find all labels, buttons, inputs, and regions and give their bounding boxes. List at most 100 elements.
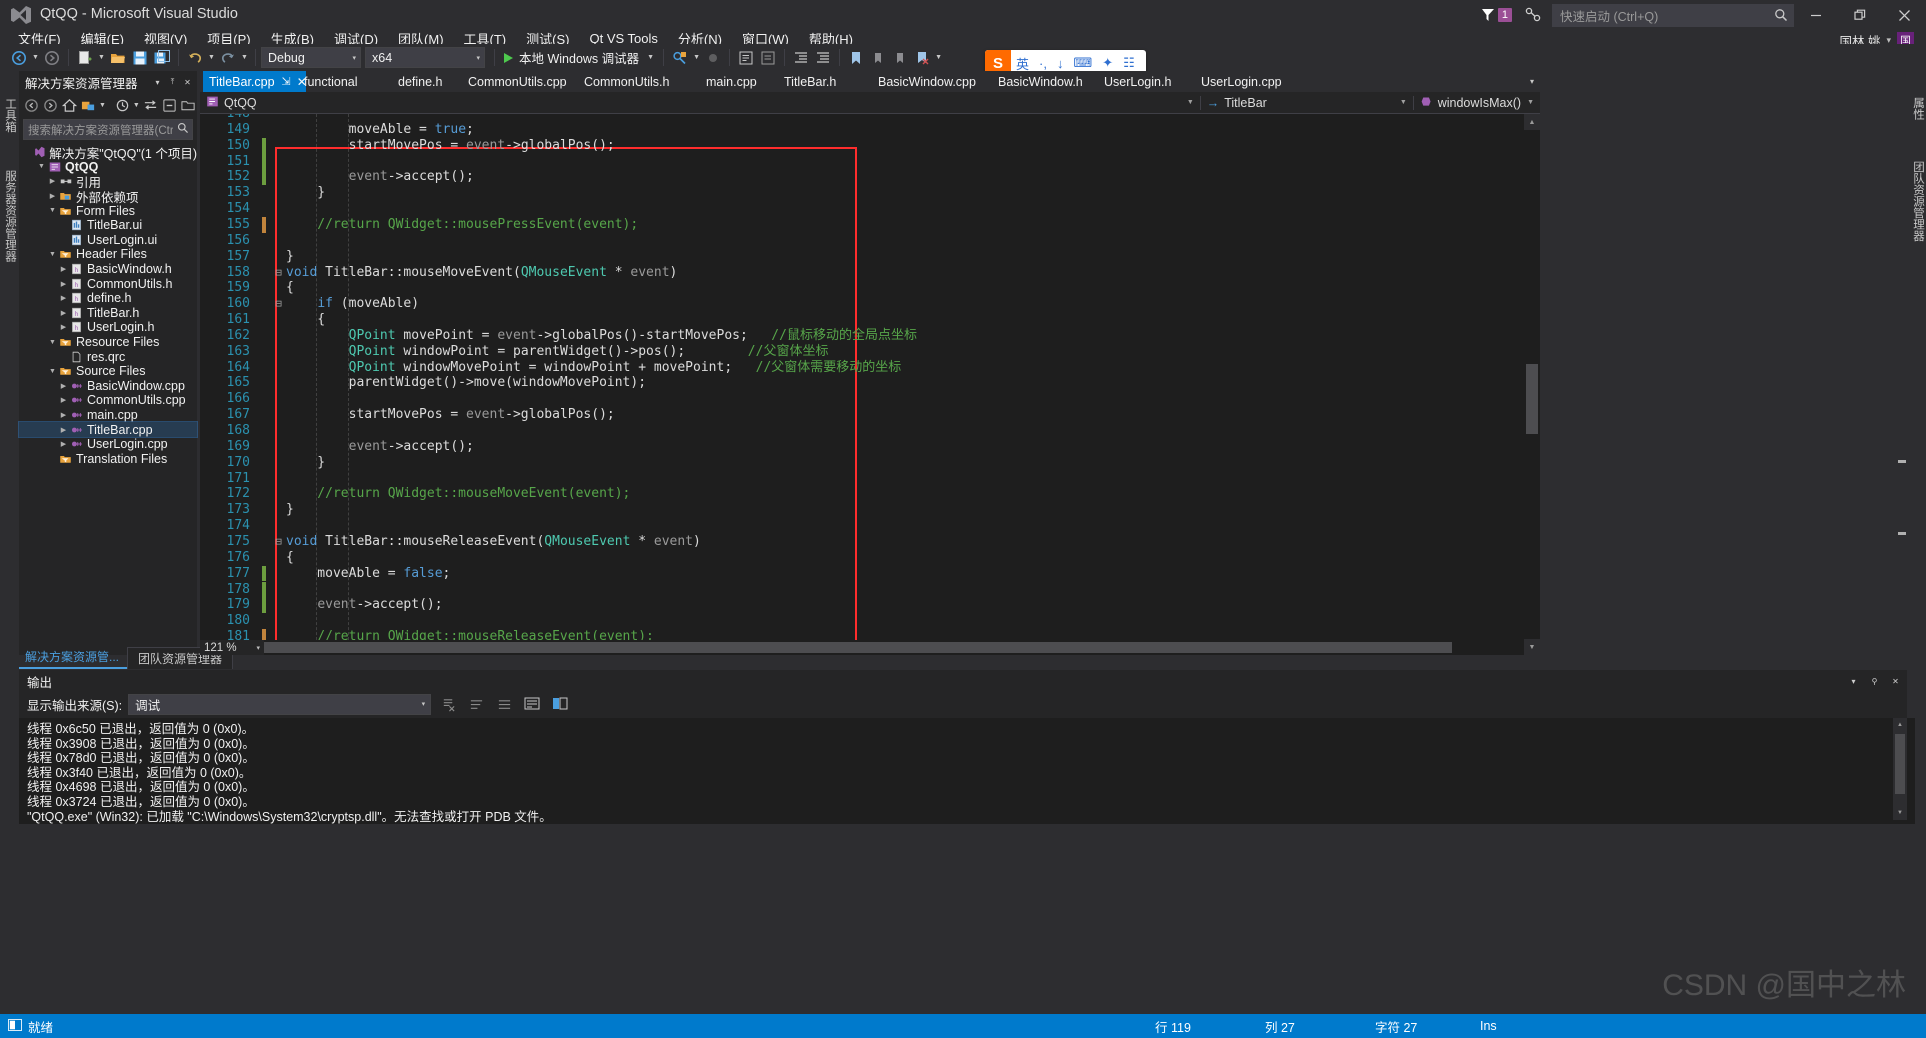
clear-all-icon[interactable] [437, 694, 459, 714]
minimize-button[interactable] [1794, 0, 1838, 30]
tab-basicwindow-cpp[interactable]: BasicWindow.cpp [872, 71, 1002, 92]
code-line[interactable]: 167 startMovePos = event->globalPos(); [200, 407, 1540, 423]
code-line[interactable]: 164 QPoint windowMovePoint = windowPoint… [200, 360, 1540, 376]
collapse-toggle-icon[interactable]: ⊟ [272, 296, 285, 312]
code-line[interactable]: 176 { [200, 550, 1540, 566]
code-line[interactable]: 157} [200, 249, 1540, 265]
attach-caret[interactable]: ▼ [691, 47, 702, 69]
close-button[interactable] [1882, 0, 1926, 30]
ime-item-5[interactable]: ☷ [1118, 55, 1140, 71]
home-icon[interactable] [61, 95, 79, 115]
tree-item[interactable]: ▶ UserLogin.cpp [19, 437, 197, 452]
code-line[interactable]: 162 QPoint movePoint = event->globalPos(… [200, 328, 1540, 344]
tree-item[interactable]: ▼ Source Files [19, 364, 197, 379]
chevron-down-icon[interactable]: ▼ [1181, 99, 1200, 106]
save-file-icon[interactable] [129, 47, 151, 69]
undo-caret[interactable]: ▼ [206, 47, 217, 69]
tree-item[interactable]: Translation Files [19, 451, 197, 466]
breakpoints-icon[interactable] [702, 47, 724, 69]
chevron-down-icon[interactable]: ▾ [256, 644, 264, 652]
code-line[interactable]: 174 [200, 518, 1540, 534]
ime-item-2[interactable]: ↓ [1052, 56, 1069, 71]
tree-item[interactable]: ▶ h CommonUtils.h [19, 276, 197, 291]
code-text-area[interactable]: 148149 moveAble = true;150 startMovePos … [200, 114, 1540, 655]
code-line[interactable]: 160 ⊟ if (moveAble) [200, 296, 1540, 312]
chevron-down-icon[interactable]: ▼ [47, 251, 58, 258]
code-line[interactable]: 163 QPoint windowPoint = parentWidget()-… [200, 344, 1540, 360]
panel-dropdown-button[interactable]: ▾ [1846, 672, 1861, 690]
code-line[interactable]: 173} [200, 502, 1540, 518]
ime-item-3[interactable]: ⌨ [1068, 55, 1097, 71]
panel-close-button[interactable]: ✕ [1888, 672, 1903, 690]
tab-functional[interactable]: functional [298, 71, 404, 92]
properties-icon[interactable] [113, 95, 131, 115]
toggle-word-wrap-icon[interactable] [465, 694, 487, 714]
chevron-right-icon[interactable]: ▶ [58, 280, 69, 288]
tab-userlogin-h[interactable]: UserLogin.h [1098, 71, 1204, 92]
code-line[interactable]: 159 { [200, 280, 1540, 296]
comment-selection-icon[interactable] [735, 47, 757, 69]
tab-main-cpp[interactable]: main.cpp [700, 71, 786, 92]
collapse-all-icon[interactable] [160, 95, 178, 115]
tab-commonutils-cpp[interactable]: CommonUtils.cpp [462, 71, 582, 92]
output-vertical-scrollbar[interactable]: ▲ ▼ [1893, 718, 1907, 820]
scroll-down-button[interactable]: ▼ [1524, 639, 1540, 655]
solution-explorer-tab-0[interactable]: 解决方案资源管... [19, 646, 128, 669]
code-line[interactable]: 149 moveAble = true; [200, 122, 1540, 138]
tree-item[interactable]: UserLogin.ui [19, 233, 197, 248]
output-text[interactable]: 线程 0x6c50 已退出，返回值为 0 (0x0)。 线程 0x3908 已退出… [19, 718, 1915, 824]
increase-indent-icon[interactable] [790, 47, 812, 69]
decrease-indent-icon[interactable] [812, 47, 834, 69]
back-arrow-icon[interactable] [23, 95, 41, 115]
open-file-icon[interactable] [107, 47, 129, 69]
redo-caret[interactable]: ▼ [239, 47, 250, 69]
previous-bookmark-icon[interactable] [867, 47, 889, 69]
start-debugging-button[interactable]: 本地 Windows 调试器 ▼ [500, 48, 658, 67]
attach-to-process-icon[interactable] [669, 47, 691, 69]
tree-item[interactable]: ▼ Header Files [19, 247, 197, 262]
code-line[interactable]: 170 } [200, 455, 1540, 471]
code-line[interactable]: 168 [200, 423, 1540, 439]
chevron-right-icon[interactable]: ▶ [58, 440, 69, 448]
output-source-select[interactable]: 调试 ▾ [128, 693, 432, 715]
code-line[interactable]: 172 //return QWidget::mouseMoveEvent(eve… [200, 486, 1540, 502]
next-bookmark-icon[interactable] [889, 47, 911, 69]
notifications-button[interactable]: 1 [1481, 8, 1512, 22]
solution-platform-select[interactable]: x64 ▾ [365, 47, 485, 68]
chevron-right-icon[interactable]: ▶ [47, 192, 58, 200]
code-line[interactable]: 153 } [200, 185, 1540, 201]
toolbar-overflow-caret[interactable]: ▼ [933, 47, 944, 69]
toggle-bookmark-icon[interactable] [845, 47, 867, 69]
editor-horizontal-scrollbar[interactable] [200, 640, 1524, 655]
solution-configuration-select[interactable]: Debug ▾ [261, 47, 361, 68]
ime-item-1[interactable]: ·, [1034, 56, 1052, 71]
forward-arrow-icon[interactable] [42, 95, 60, 115]
chevron-down-icon[interactable]: ▼ [1521, 99, 1540, 106]
tree-item[interactable]: ▶ main.cpp [19, 408, 197, 423]
tab-titlebar-h[interactable]: TitleBar.h [778, 71, 874, 92]
code-line[interactable]: 180 [200, 613, 1540, 629]
tree-item[interactable]: ▶ BasicWindow.cpp [19, 379, 197, 394]
tree-item[interactable]: ▶ h BasicWindow.h [19, 262, 197, 277]
navigate-backward-icon[interactable] [8, 47, 30, 69]
sidebar-item-server-explorer[interactable]: 服务器资源管理器 [0, 150, 18, 276]
scroll-up-button[interactable]: ▲ [1893, 718, 1907, 732]
vertical-scroll-thumb[interactable] [1526, 364, 1538, 434]
find-message-icon[interactable] [493, 694, 515, 714]
code-line[interactable]: 175 ⊟ void TitleBar::mouseReleaseEvent(QMo… [200, 534, 1540, 550]
tree-item[interactable]: ▶ TitleBar.cpp [18, 421, 198, 438]
clear-bookmarks-icon[interactable] [911, 47, 933, 69]
undo-icon[interactable] [184, 47, 206, 69]
collapse-toggle-icon[interactable]: ⊟ [272, 534, 285, 550]
refresh-caret-icon[interactable]: ▼ [98, 95, 106, 115]
tree-item[interactable]: TitleBar.ui [19, 218, 197, 233]
save-all-icon[interactable] [151, 47, 173, 69]
panel-dropdown-button[interactable]: ▾ [150, 73, 165, 91]
tree-item[interactable]: ▶ h define.h [19, 291, 197, 306]
editor-vertical-scrollbar[interactable]: ▲ ▼ [1524, 114, 1540, 655]
chevron-down-icon[interactable]: ▼ [47, 207, 58, 214]
navigate-forward-icon[interactable] [41, 47, 63, 69]
chevron-right-icon[interactable]: ▶ [58, 382, 69, 390]
chevron-right-icon[interactable]: ▶ [58, 411, 69, 419]
ime-item-0[interactable]: 英 [1011, 54, 1034, 73]
